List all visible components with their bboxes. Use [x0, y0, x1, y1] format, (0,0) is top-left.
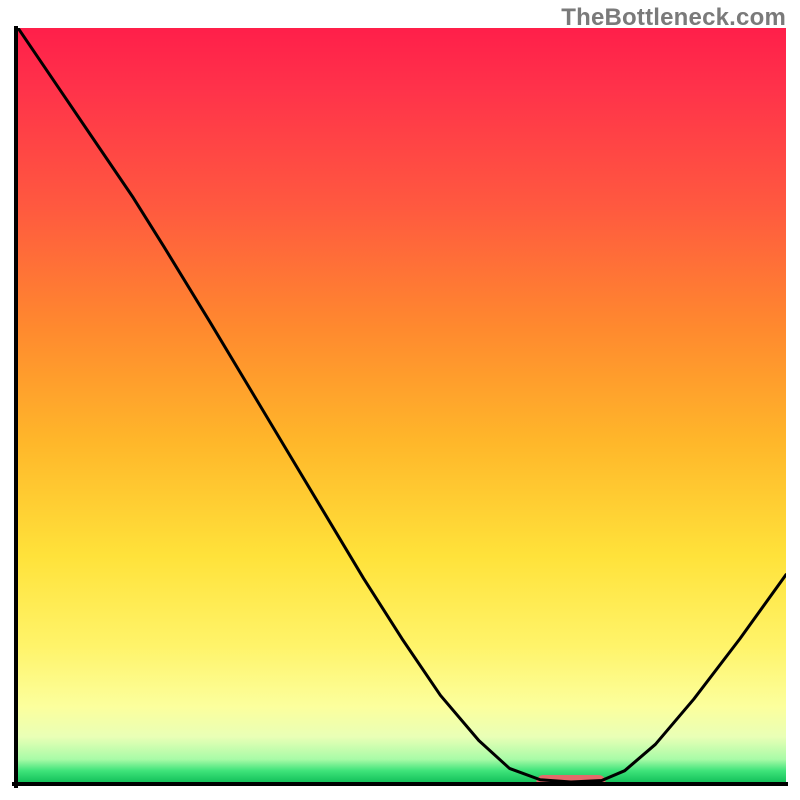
- x-axis-line: [12, 782, 788, 786]
- chart-stage: TheBottleneck.com: [0, 0, 800, 800]
- watermark-text: TheBottleneck.com: [561, 4, 786, 32]
- plot-wrap: [14, 28, 786, 786]
- bottleneck-curve: [18, 28, 786, 782]
